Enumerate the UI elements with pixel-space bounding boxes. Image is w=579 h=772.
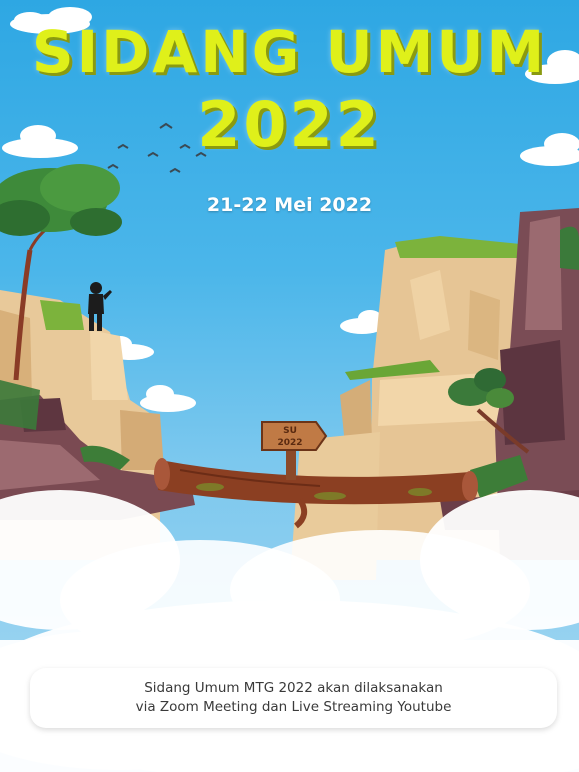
info-box: Sidang Umum MTG 2022 akan dilaksanakan v… [30,668,557,728]
info-line-2: via Zoom Meeting dan Live Streaming Yout… [135,699,452,715]
title-line-1: SIDANG UMUM [31,18,548,86]
title-line-2: 2022 [197,88,382,161]
poster: SU 2022 SIDANG UMUM 2022 21-22 Mei 2022 … [0,0,579,772]
info-line-1: Sidang Umum MTG 2022 akan dilaksanakan [144,680,443,696]
person-silhouette [88,282,112,331]
sign-label-line1: SU [283,426,297,436]
fog-clouds [0,490,579,772]
sign-label-line2: 2022 [277,438,302,448]
event-date: 21-22 Mei 2022 [206,194,373,216]
